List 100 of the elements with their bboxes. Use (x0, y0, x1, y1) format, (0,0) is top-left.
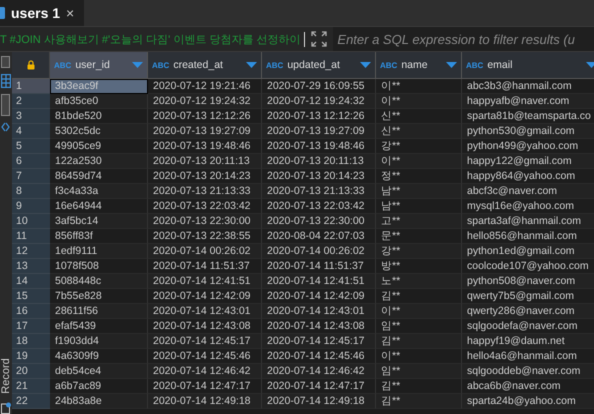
table-cell: 4a6309f9 (50, 349, 148, 364)
table-cell: 2020-07-13 12:12:26 (262, 109, 376, 124)
row-number[interactable]: 16 (12, 304, 50, 319)
table-cell: python530@gmail.com (462, 124, 594, 139)
table-cell: 이** (376, 94, 462, 109)
table-cell: 2020-07-14 12:47:17 (148, 379, 262, 394)
column-header[interactable]: ABC user_id (50, 52, 148, 79)
table-cell: 2020-07-13 20:11:13 (262, 154, 376, 169)
table-cell: 856ff83f (50, 229, 148, 244)
column-name: updated_at (287, 59, 341, 71)
row-number[interactable]: 21 (12, 379, 50, 394)
grid-icon[interactable] (1, 74, 11, 88)
table-cell: happyf19@daum.net (462, 334, 594, 349)
text-type-label: ABC (466, 60, 484, 70)
table-cell: qwerty286@naver.com (462, 304, 594, 319)
record-icon[interactable] (1, 402, 11, 414)
table-cell: 노** (376, 274, 462, 289)
table-cell: f3c4a33a (50, 184, 148, 199)
row-number[interactable]: 12 (12, 244, 50, 259)
row-number[interactable]: 2 (12, 94, 50, 109)
row-number[interactable]: 5 (12, 139, 50, 154)
table-cell: 2020-07-13 22:30:00 (262, 214, 376, 229)
table-cell: abcf3c@naver.com (462, 184, 594, 199)
row-number[interactable]: 14 (12, 274, 50, 289)
row-number[interactable]: 1 (12, 79, 50, 94)
table-cell: 김** (376, 379, 462, 394)
table-cell: 강** (376, 244, 462, 259)
row-number[interactable]: 15 (12, 289, 50, 304)
table-cell: 49905ce9 (50, 139, 148, 154)
row-number[interactable]: 17 (12, 319, 50, 334)
table-cell: 강** (376, 139, 462, 154)
table-cell: 2020-07-14 12:43:01 (262, 304, 376, 319)
table-cell: 81bde520 (50, 109, 148, 124)
table-cell: 5088448c (50, 274, 148, 289)
caret-icon[interactable] (246, 62, 257, 68)
row-number[interactable]: 3 (12, 109, 50, 124)
table-cell: 86459d74 (50, 169, 148, 184)
row-number[interactable]: 10 (12, 214, 50, 229)
table-cell: 2020-07-14 12:45:46 (148, 349, 262, 364)
row-number[interactable]: 22 (12, 394, 50, 409)
table-cell: 2020-07-13 19:48:46 (262, 139, 376, 154)
close-button[interactable]: × (66, 5, 74, 21)
row-number[interactable]: 11 (12, 229, 50, 244)
panel-icon[interactable] (1, 56, 10, 68)
table-cell: 문** (376, 229, 462, 244)
row-number[interactable]: 6 (12, 154, 50, 169)
record-label[interactable]: Record (0, 356, 12, 396)
caret-icon[interactable] (360, 62, 371, 68)
table-cell: sqlgooddeb@naver.com (462, 364, 594, 379)
row-number[interactable]: 18 (12, 334, 50, 349)
table-cell: 3af5bc14 (50, 214, 148, 229)
column-name: email (487, 59, 514, 71)
table-cell: 2020-07-29 16:09:55 (262, 79, 376, 94)
row-number[interactable]: 8 (12, 184, 50, 199)
table-cell: 정** (376, 169, 462, 184)
table-cell: 2020-07-14 12:42:09 (262, 289, 376, 304)
table-cell: 2020-07-13 22:30:00 (148, 214, 262, 229)
table-cell: 김** (376, 394, 462, 409)
table-cell: efaf5439 (50, 319, 148, 334)
table-cell: a6b7ac89 (50, 379, 148, 394)
caret-icon[interactable] (132, 62, 143, 68)
table-cell: 이** (376, 154, 462, 169)
table-cell: 2020-07-13 21:13:33 (262, 184, 376, 199)
caret-icon[interactable] (586, 62, 594, 68)
expand-icon[interactable] (310, 30, 328, 48)
table-cell: 이** (376, 349, 462, 364)
column-header[interactable]: ABC email (462, 52, 594, 79)
table-cell: 방** (376, 259, 462, 274)
table-cell: 2020-07-14 11:51:37 (148, 259, 262, 274)
column-header[interactable]: ABC created_at (148, 52, 262, 79)
table-cell: 2020-07-12 19:24:32 (148, 94, 262, 109)
table-cell: 16e64944 (50, 199, 148, 214)
table-cell: 2020-07-13 21:13:33 (148, 184, 262, 199)
table-cell: qwerty7b5@gmail.com (462, 289, 594, 304)
row-number[interactable]: 9 (12, 199, 50, 214)
row-number[interactable]: 13 (12, 259, 50, 274)
table-cell: 임** (376, 319, 462, 334)
caret-icon[interactable] (446, 62, 457, 68)
table-cell: python1ed@gmail.com (462, 244, 594, 259)
table-cell: 2020-07-14 12:47:17 (262, 379, 376, 394)
row-number[interactable]: 19 (12, 349, 50, 364)
sql-query-text: T #JOIN 사용해보기 #'오늘의 다짐' 이벤트 당첨자를 선정하이 (0, 32, 306, 46)
table-cell: 김** (376, 334, 462, 349)
table-cell: abc3b3@hanmail.com (462, 79, 594, 94)
table-cell: 7b55e828 (50, 289, 148, 304)
table-cell: 2020-07-14 12:46:42 (262, 364, 376, 379)
table-cell: sparta24b@yahoo.com (462, 394, 594, 409)
text-type-label: ABC (152, 60, 170, 70)
tab[interactable]: users 1 × (0, 0, 84, 26)
panel-icon[interactable] (1, 94, 10, 116)
column-header[interactable]: ABC updated_at (262, 52, 376, 79)
table-cell: 2020-07-14 12:45:17 (148, 334, 262, 349)
row-number[interactable]: 20 (12, 364, 50, 379)
lock-icon (26, 60, 34, 70)
code-icon[interactable] (1, 122, 10, 132)
column-header[interactable]: ABC name (376, 52, 462, 79)
row-number[interactable]: 7 (12, 169, 50, 184)
row-number[interactable]: 4 (12, 124, 50, 139)
table-cell: 2020-07-12 19:24:32 (262, 94, 376, 109)
filter-input-field[interactable]: Enter a SQL expression to filter results (u (333, 27, 594, 51)
